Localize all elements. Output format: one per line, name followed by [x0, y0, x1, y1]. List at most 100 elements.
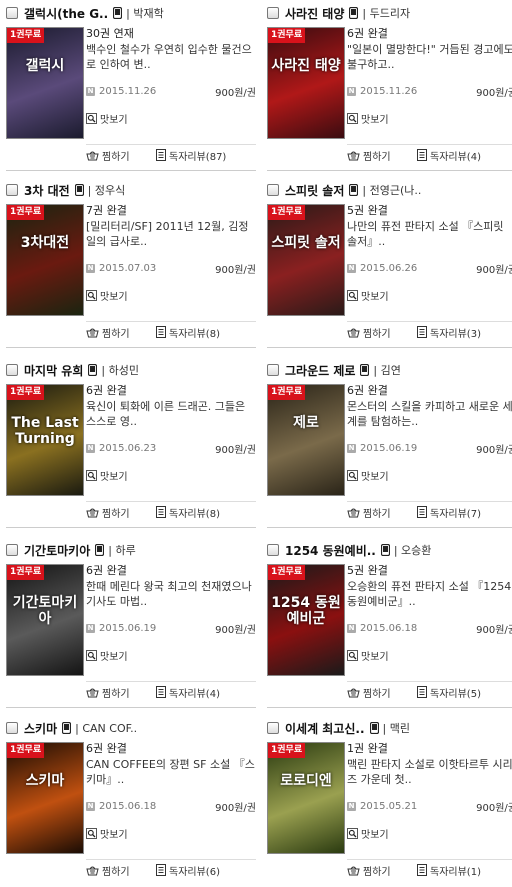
book-cover-image[interactable]: 기간토마키아 1권무료: [6, 564, 84, 676]
publish-date: 2015.06.19: [360, 442, 418, 454]
select-checkbox[interactable]: [6, 184, 18, 196]
wishlist-button[interactable]: 찜하기: [347, 683, 417, 702]
reader-review-link[interactable]: 독자리뷰(4): [156, 683, 220, 702]
book-info: 6권 완결 CAN COFFEE의 장편 SF 소설 『스키마』.. N 201…: [86, 742, 256, 841]
preview-button[interactable]: 맛보기: [347, 647, 512, 663]
wishlist-button[interactable]: 찜하기: [347, 323, 417, 342]
preview-button[interactable]: 맛보기: [347, 110, 512, 126]
reader-review-link[interactable]: 독자리뷰(7): [417, 503, 481, 522]
reader-review-link[interactable]: 독자리뷰(1): [417, 861, 481, 880]
reader-review-link[interactable]: 독자리뷰(8): [156, 503, 220, 522]
book-author[interactable]: | 하성민: [101, 362, 139, 378]
book-cover-image[interactable]: 스피릿 솔저 1권무료: [267, 204, 345, 316]
book-description[interactable]: CAN COFFEE의 장편 SF 소설 『스키마』..: [86, 757, 256, 787]
preview-button[interactable]: 맛보기: [347, 825, 512, 841]
book-title[interactable]: 1254 동원예비..: [285, 542, 376, 559]
book-author[interactable]: | 하루: [108, 542, 135, 558]
wishlist-button[interactable]: 찜하기: [86, 146, 156, 165]
select-checkbox[interactable]: [6, 722, 18, 734]
select-checkbox[interactable]: [6, 364, 18, 376]
book-title[interactable]: 그라운드 제로: [285, 362, 355, 379]
book-cover-image[interactable]: 3차대전 1권무료: [6, 204, 84, 316]
book-title-row: 스피릿 솔저 | 전영근(나..: [267, 179, 512, 201]
card-actions: 찜하기 독자리뷰(3): [347, 321, 512, 342]
wishlist-button[interactable]: 찜하기: [86, 503, 156, 522]
document-icon: [156, 683, 166, 702]
preview-button[interactable]: 맛보기: [347, 287, 512, 303]
book-description[interactable]: 오승환의 퓨전 판타지 소설 『1254 동원예비군』..: [347, 579, 512, 609]
book-description[interactable]: [밀리터리/SF] 2011년 12월, 김정일의 급사로..: [86, 219, 256, 249]
volume-status: 6권 완결: [86, 384, 127, 397]
book-description[interactable]: 백수인 철수가 우연히 입수한 물건으로 인하여 변..: [86, 42, 256, 72]
select-checkbox[interactable]: [267, 364, 279, 376]
reader-review-link[interactable]: 독자리뷰(6): [156, 861, 220, 880]
select-checkbox[interactable]: [267, 184, 279, 196]
reader-review-link[interactable]: 독자리뷰(4): [417, 146, 481, 165]
book-cover-image[interactable]: 사라진 태양 1권무료: [267, 27, 345, 139]
reader-review-link[interactable]: 독자리뷰(87): [156, 146, 226, 165]
magnifier-icon: [86, 109, 97, 128]
wishlist-button[interactable]: 찜하기: [347, 146, 417, 165]
select-checkbox[interactable]: [267, 544, 279, 556]
reader-review-link[interactable]: 독자리뷰(5): [417, 683, 481, 702]
book-description[interactable]: 나만의 퓨전 판타지 소설 『스피릿 솔저』..: [347, 219, 512, 249]
book-description[interactable]: 육신이 퇴화에 이른 드래곤. 그들은 스스로 영..: [86, 399, 256, 429]
select-checkbox[interactable]: [267, 7, 279, 19]
select-checkbox[interactable]: [267, 722, 279, 734]
cover-title-art: 로로디엔: [280, 773, 332, 789]
preview-label: 맛보기: [100, 829, 128, 841]
wishlist-button[interactable]: 찜하기: [86, 861, 156, 880]
wishlist-button[interactable]: 찜하기: [347, 861, 417, 880]
wishlist-button[interactable]: 찜하기: [86, 683, 156, 702]
book-title-row: 이세계 최고신.. | 맥린: [267, 717, 512, 739]
preview-label: 맛보기: [361, 651, 389, 663]
book-title[interactable]: 갤럭시(the G..: [24, 5, 108, 22]
book-author[interactable]: | CAN COF..: [75, 722, 137, 735]
price-per-volume: 900원/권: [215, 87, 256, 99]
book-author[interactable]: | 오승환: [394, 542, 432, 558]
wishlist-button[interactable]: 찜하기: [347, 503, 417, 522]
document-icon: [417, 683, 427, 702]
book-author[interactable]: | 박재학: [126, 5, 164, 21]
preview-button[interactable]: 맛보기: [86, 647, 256, 663]
reader-review-link[interactable]: 독자리뷰(8): [156, 323, 220, 342]
book-author[interactable]: | 전영근(나..: [362, 182, 421, 198]
preview-button[interactable]: 맛보기: [86, 467, 256, 483]
book-title[interactable]: 스키마: [24, 720, 57, 737]
reader-review-link[interactable]: 독자리뷰(3): [417, 323, 481, 342]
book-author[interactable]: | 김연: [373, 362, 400, 378]
book-author[interactable]: | 정우식: [88, 182, 126, 198]
mobile-icon: [360, 361, 370, 380]
book-cover-image[interactable]: 1254 동원예비군 1권무료: [267, 564, 345, 676]
card-divider: [6, 707, 256, 708]
book-description[interactable]: 맥린 판타지 소설로 이핫타르투 시리즈 가운데 첫..: [347, 757, 512, 787]
card-actions: 찜하기 독자리뷰(8): [86, 321, 256, 342]
wishlist-button[interactable]: 찜하기: [86, 323, 156, 342]
preview-button[interactable]: 맛보기: [347, 467, 512, 483]
gift-basket-icon: [347, 861, 360, 880]
preview-button[interactable]: 맛보기: [86, 287, 256, 303]
book-title[interactable]: 이세계 최고신..: [285, 720, 365, 737]
select-checkbox[interactable]: [6, 7, 18, 19]
book-meta: N 2015.11.26 900원/권: [347, 83, 512, 99]
book-title[interactable]: 3차 대전: [24, 182, 70, 199]
preview-label: 맛보기: [100, 651, 128, 663]
book-description[interactable]: 몬스터의 스킬을 카피하고 새로운 세계를 탐험하는..: [347, 399, 512, 429]
select-checkbox[interactable]: [6, 544, 18, 556]
book-cover-image[interactable]: 갤럭시 1권무료: [6, 27, 84, 139]
book-cover-image[interactable]: The Last Turning 1권무료: [6, 384, 84, 496]
book-cover-image[interactable]: 스키마 1권무료: [6, 742, 84, 854]
book-title[interactable]: 기간토마키아: [24, 542, 90, 559]
review-count: 독자리뷰(4): [169, 688, 220, 700]
book-title[interactable]: 마지막 유희: [24, 362, 83, 379]
book-author[interactable]: | 맥린: [383, 720, 410, 736]
book-title[interactable]: 스피릿 솔저: [285, 182, 344, 199]
preview-button[interactable]: 맛보기: [86, 825, 256, 841]
book-description[interactable]: 한때 메린다 왕국 최고의 천재였으나 기사도 마법..: [86, 579, 256, 609]
preview-button[interactable]: 맛보기: [86, 110, 256, 126]
book-title[interactable]: 사라진 태양: [285, 5, 344, 22]
book-cover-image[interactable]: 제로 1권무료: [267, 384, 345, 496]
book-description[interactable]: "일본이 멸망한다!" 거듭된 경고에도 불구하고..: [347, 42, 512, 72]
book-author[interactable]: | 두드리자: [362, 5, 410, 21]
book-cover-image[interactable]: 로로디엔 1권무료: [267, 742, 345, 854]
